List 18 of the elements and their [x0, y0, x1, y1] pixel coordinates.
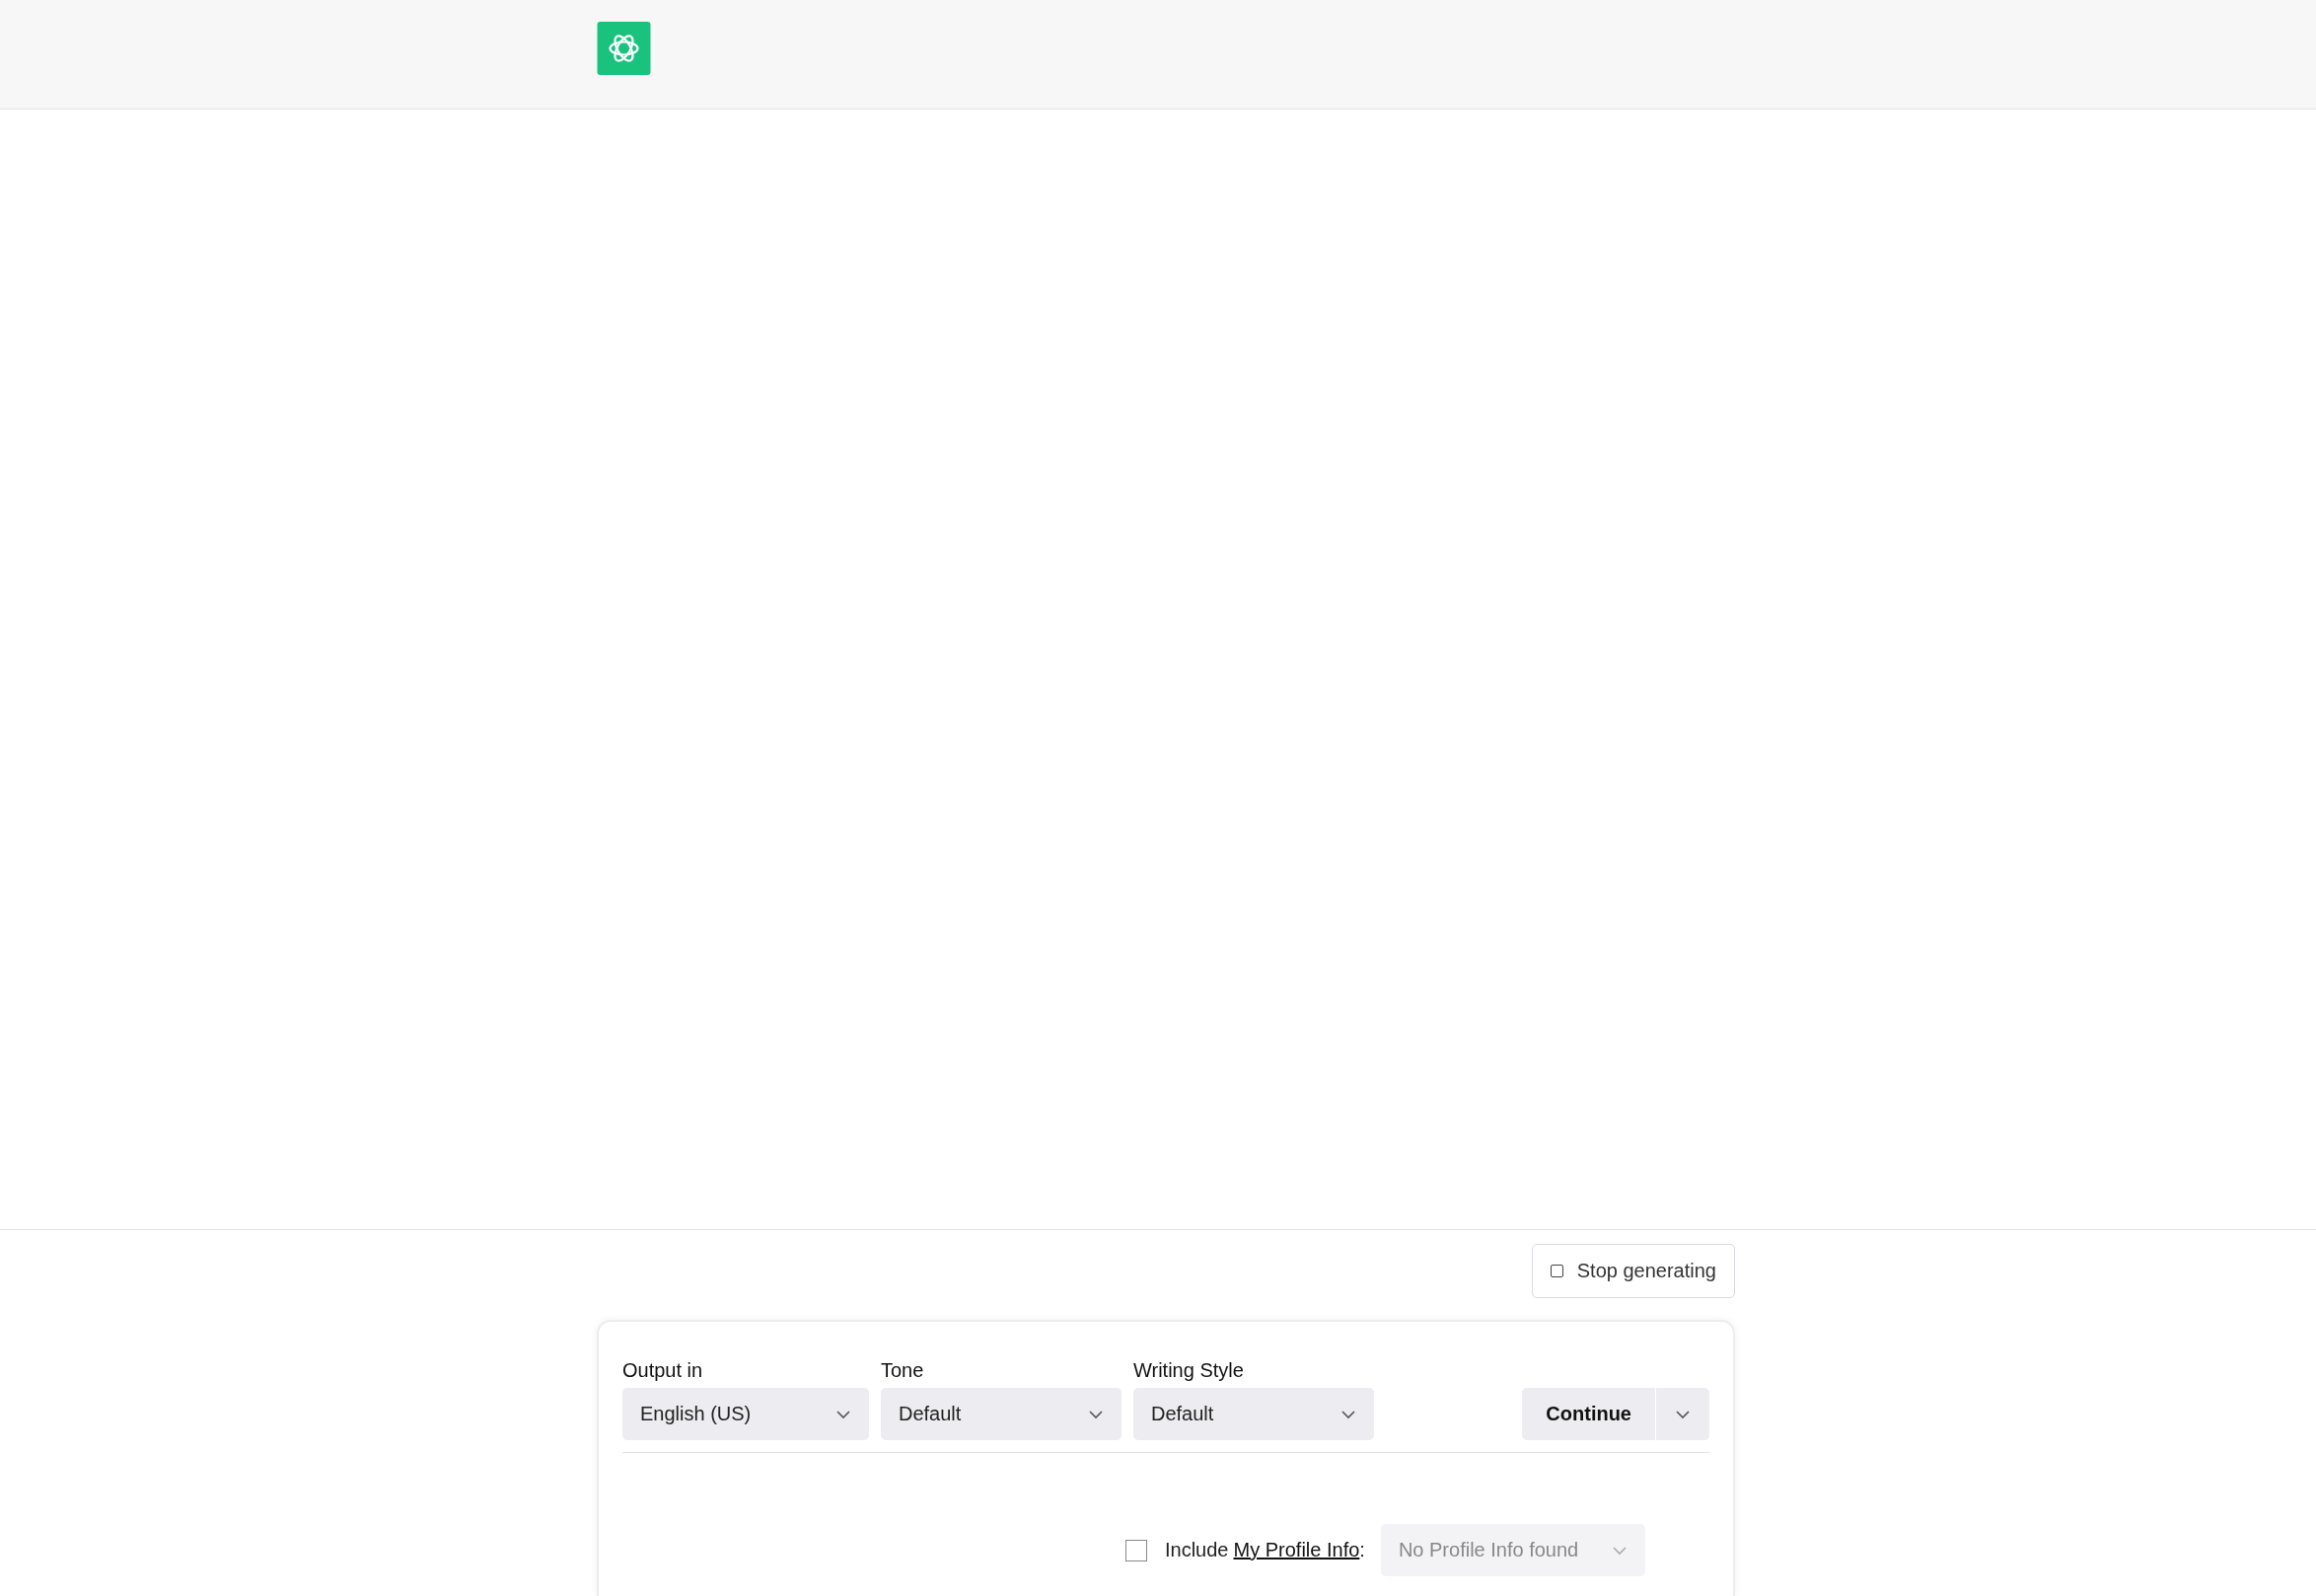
chevron-down-icon [1340, 1409, 1356, 1419]
profile-info-link[interactable]: My Profile Info [1233, 1539, 1360, 1561]
chevron-down-icon [835, 1409, 851, 1419]
chevron-down-icon [1675, 1409, 1691, 1419]
option-label: Tone [881, 1359, 925, 1382]
include-label: Include [1165, 1539, 1229, 1561]
dropdown[interactable]: Default [881, 1388, 1122, 1440]
stop-generating-button[interactable]: Stop generating [1531, 1244, 1735, 1298]
chevron-down-icon [1611, 1545, 1628, 1556]
dropdown[interactable]: English (US) [622, 1388, 869, 1440]
checkbox[interactable] [1125, 1539, 1147, 1561]
dropdown[interactable]: Default [1133, 1388, 1374, 1440]
continue-button[interactable]: Continue [1522, 1388, 1656, 1440]
colon-text: : [1359, 1539, 1365, 1561]
option-label: Output in [622, 1359, 704, 1382]
option-label: Writing Style [1133, 1359, 1245, 1382]
logo-icon [597, 22, 651, 75]
chevron-down-icon [1088, 1409, 1104, 1419]
